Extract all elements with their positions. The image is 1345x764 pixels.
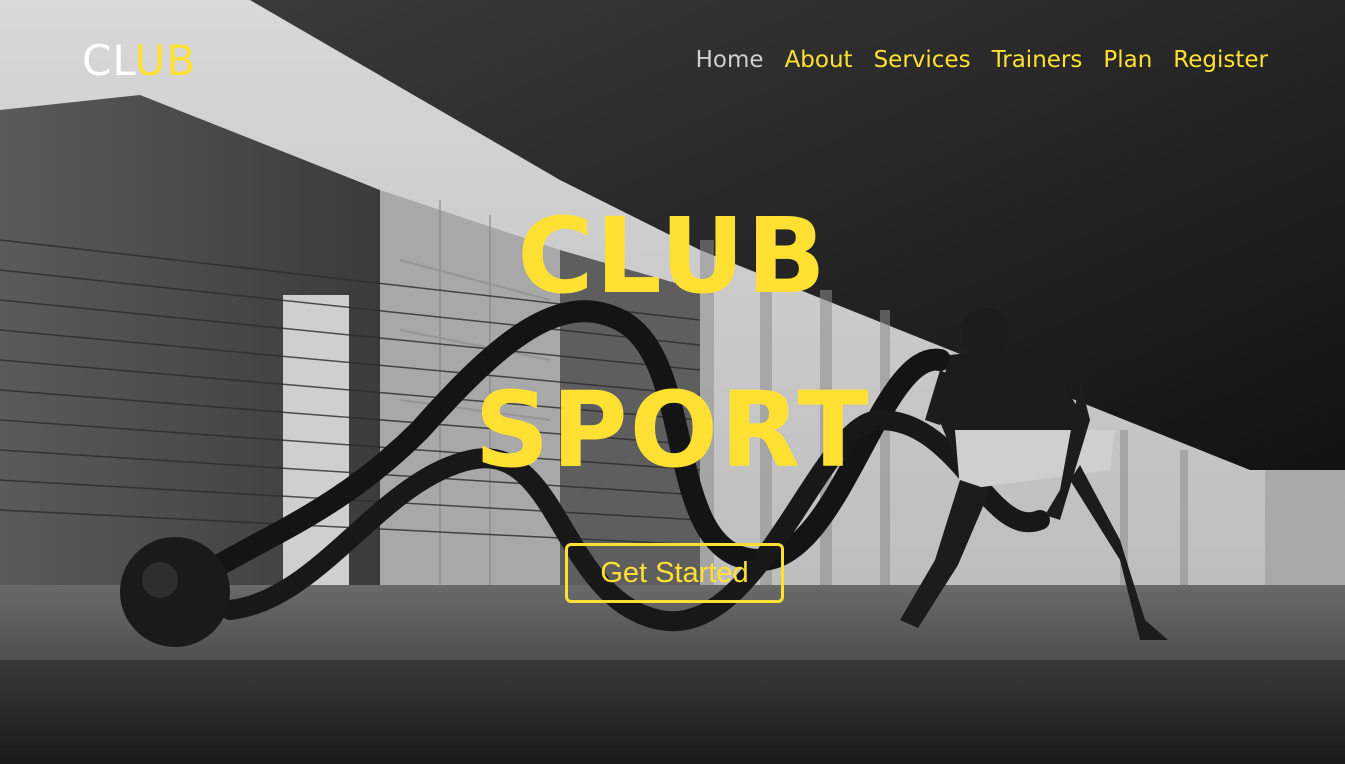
nav-item-home[interactable]: Home	[696, 44, 764, 76]
brand-logo-part1: CL	[82, 36, 135, 85]
get-started-button[interactable]: Get Started	[565, 543, 784, 603]
nav-item-plan[interactable]: Plan	[1103, 44, 1152, 76]
brand-logo[interactable]: CLUB	[82, 36, 196, 86]
hero-section: CLUB Home About Services Trainers Plan R…	[0, 0, 1345, 764]
hero-title-line1: CLUB	[517, 195, 828, 317]
hero-title-line2: SPORT	[474, 369, 871, 491]
nav-item-trainers[interactable]: Trainers	[992, 44, 1083, 76]
brand-logo-part2: UB	[134, 36, 197, 85]
nav-item-services[interactable]: Services	[874, 44, 971, 76]
nav-item-register[interactable]: Register	[1173, 44, 1268, 76]
nav-item-about[interactable]: About	[785, 44, 853, 76]
main-nav: Home About Services Trainers Plan Regist…	[696, 44, 1268, 76]
